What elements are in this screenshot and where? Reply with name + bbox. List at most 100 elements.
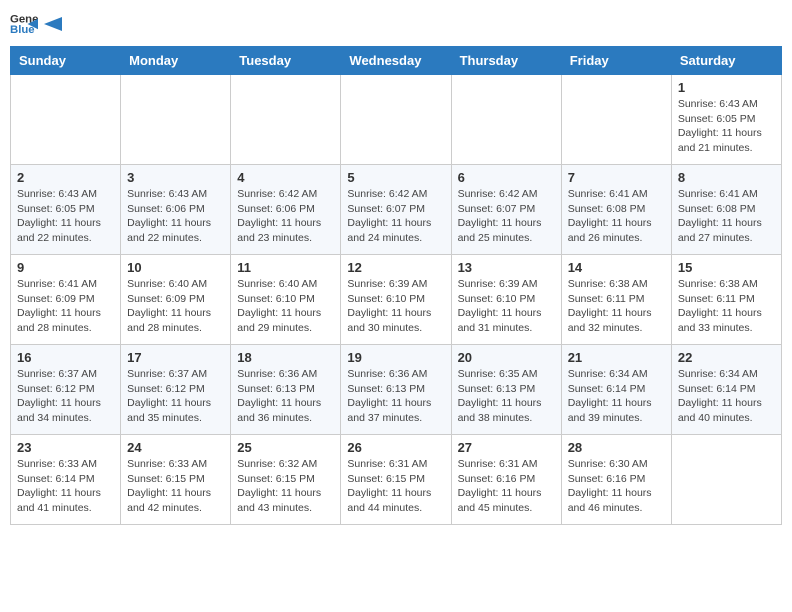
day-info: Sunrise: 6:34 AM Sunset: 6:14 PM Dayligh… [568,367,665,426]
day-cell: 12 Sunrise: 6:39 AM Sunset: 6:10 PM Dayli… [341,255,451,345]
day-cell: 4 Sunrise: 6:42 AM Sunset: 6:06 PM Daylig… [231,165,341,255]
calendar-table: SundayMondayTuesdayWednesdayThursdayFrid… [10,46,782,525]
day-info: Sunrise: 6:43 AM Sunset: 6:05 PM Dayligh… [17,187,114,246]
day-number: 28 [568,440,665,455]
day-cell [11,75,121,165]
day-cell: 5 Sunrise: 6:42 AM Sunset: 6:07 PM Daylig… [341,165,451,255]
day-number: 7 [568,170,665,185]
day-info: Sunrise: 6:31 AM Sunset: 6:16 PM Dayligh… [458,457,555,516]
day-cell: 3 Sunrise: 6:43 AM Sunset: 6:06 PM Daylig… [121,165,231,255]
day-number: 13 [458,260,555,275]
day-cell: 9 Sunrise: 6:41 AM Sunset: 6:09 PM Daylig… [11,255,121,345]
day-info: Sunrise: 6:39 AM Sunset: 6:10 PM Dayligh… [458,277,555,336]
day-cell: 6 Sunrise: 6:42 AM Sunset: 6:07 PM Daylig… [451,165,561,255]
week-row-2: 2 Sunrise: 6:43 AM Sunset: 6:05 PM Daylig… [11,165,782,255]
day-number: 14 [568,260,665,275]
logo-triangle-icon [44,15,62,33]
day-info: Sunrise: 6:30 AM Sunset: 6:16 PM Dayligh… [568,457,665,516]
day-info: Sunrise: 6:37 AM Sunset: 6:12 PM Dayligh… [127,367,224,426]
day-number: 25 [237,440,334,455]
day-number: 5 [347,170,444,185]
weekday-header-friday: Friday [561,47,671,75]
day-number: 2 [17,170,114,185]
day-cell: 10 Sunrise: 6:40 AM Sunset: 6:09 PM Dayli… [121,255,231,345]
day-cell: 18 Sunrise: 6:36 AM Sunset: 6:13 PM Dayli… [231,345,341,435]
day-info: Sunrise: 6:33 AM Sunset: 6:15 PM Dayligh… [127,457,224,516]
weekday-header-saturday: Saturday [671,47,781,75]
day-cell [231,75,341,165]
weekday-header-tuesday: Tuesday [231,47,341,75]
day-number: 9 [17,260,114,275]
day-info: Sunrise: 6:36 AM Sunset: 6:13 PM Dayligh… [237,367,334,426]
day-number: 18 [237,350,334,365]
day-info: Sunrise: 6:42 AM Sunset: 6:06 PM Dayligh… [237,187,334,246]
day-info: Sunrise: 6:42 AM Sunset: 6:07 PM Dayligh… [458,187,555,246]
day-info: Sunrise: 6:40 AM Sunset: 6:10 PM Dayligh… [237,277,334,336]
day-cell [121,75,231,165]
day-info: Sunrise: 6:41 AM Sunset: 6:08 PM Dayligh… [568,187,665,246]
day-info: Sunrise: 6:43 AM Sunset: 6:05 PM Dayligh… [678,97,775,156]
svg-text:Blue: Blue [10,24,35,36]
day-cell: 13 Sunrise: 6:39 AM Sunset: 6:10 PM Dayli… [451,255,561,345]
day-number: 6 [458,170,555,185]
day-cell: 20 Sunrise: 6:35 AM Sunset: 6:13 PM Dayli… [451,345,561,435]
day-number: 27 [458,440,555,455]
day-number: 3 [127,170,224,185]
day-number: 19 [347,350,444,365]
weekday-header-thursday: Thursday [451,47,561,75]
weekday-header-sunday: Sunday [11,47,121,75]
day-info: Sunrise: 6:40 AM Sunset: 6:09 PM Dayligh… [127,277,224,336]
day-cell: 8Sunrise: 6:41 AM Sunset: 6:08 PM Daylig… [671,165,781,255]
day-info: Sunrise: 6:38 AM Sunset: 6:11 PM Dayligh… [568,277,665,336]
day-info: Sunrise: 6:31 AM Sunset: 6:15 PM Dayligh… [347,457,444,516]
day-info: Sunrise: 6:43 AM Sunset: 6:06 PM Dayligh… [127,187,224,246]
header: General Blue [10,10,782,38]
day-cell: 17Sunrise: 6:37 AM Sunset: 6:12 PM Dayli… [121,345,231,435]
day-info: Sunrise: 6:38 AM Sunset: 6:11 PM Dayligh… [678,277,775,336]
day-info: Sunrise: 6:41 AM Sunset: 6:09 PM Dayligh… [17,277,114,336]
logo-icon: General Blue [10,10,38,38]
day-cell [561,75,671,165]
day-cell: 7 Sunrise: 6:41 AM Sunset: 6:08 PM Daylig… [561,165,671,255]
day-cell: 23Sunrise: 6:33 AM Sunset: 6:14 PM Dayli… [11,435,121,525]
day-number: 24 [127,440,224,455]
day-info: Sunrise: 6:36 AM Sunset: 6:13 PM Dayligh… [347,367,444,426]
day-cell [671,435,781,525]
day-number: 11 [237,260,334,275]
week-row-4: 16 Sunrise: 6:37 AM Sunset: 6:12 PM Dayli… [11,345,782,435]
day-cell: 28 Sunrise: 6:30 AM Sunset: 6:16 PM Dayli… [561,435,671,525]
day-number: 12 [347,260,444,275]
weekday-header-row: SundayMondayTuesdayWednesdayThursdayFrid… [11,47,782,75]
day-cell [341,75,451,165]
logo: General Blue [10,10,62,38]
day-number: 20 [458,350,555,365]
day-info: Sunrise: 6:39 AM Sunset: 6:10 PM Dayligh… [347,277,444,336]
day-cell: 24 Sunrise: 6:33 AM Sunset: 6:15 PM Dayli… [121,435,231,525]
day-number: 21 [568,350,665,365]
day-info: Sunrise: 6:35 AM Sunset: 6:13 PM Dayligh… [458,367,555,426]
day-info: Sunrise: 6:42 AM Sunset: 6:07 PM Dayligh… [347,187,444,246]
day-cell: 27 Sunrise: 6:31 AM Sunset: 6:16 PM Dayli… [451,435,561,525]
week-row-1: 1 Sunrise: 6:43 AM Sunset: 6:05 PM Daylig… [11,75,782,165]
day-cell: 26Sunrise: 6:31 AM Sunset: 6:15 PM Dayli… [341,435,451,525]
day-info: Sunrise: 6:37 AM Sunset: 6:12 PM Dayligh… [17,367,114,426]
day-number: 1 [678,80,775,95]
week-row-3: 9 Sunrise: 6:41 AM Sunset: 6:09 PM Daylig… [11,255,782,345]
day-number: 23 [17,440,114,455]
week-row-5: 23Sunrise: 6:33 AM Sunset: 6:14 PM Dayli… [11,435,782,525]
day-info: Sunrise: 6:32 AM Sunset: 6:15 PM Dayligh… [237,457,334,516]
day-cell: 11 Sunrise: 6:40 AM Sunset: 6:10 PM Dayli… [231,255,341,345]
day-number: 22 [678,350,775,365]
day-cell: 15Sunrise: 6:38 AM Sunset: 6:11 PM Dayli… [671,255,781,345]
day-number: 10 [127,260,224,275]
day-cell: 16 Sunrise: 6:37 AM Sunset: 6:12 PM Dayli… [11,345,121,435]
day-cell: 21 Sunrise: 6:34 AM Sunset: 6:14 PM Dayli… [561,345,671,435]
day-number: 16 [17,350,114,365]
day-cell: 22Sunrise: 6:34 AM Sunset: 6:14 PM Dayli… [671,345,781,435]
day-number: 4 [237,170,334,185]
day-cell: 19 Sunrise: 6:36 AM Sunset: 6:13 PM Dayli… [341,345,451,435]
day-cell: 14 Sunrise: 6:38 AM Sunset: 6:11 PM Dayli… [561,255,671,345]
weekday-header-wednesday: Wednesday [341,47,451,75]
day-number: 8 [678,170,775,185]
day-cell: 25 Sunrise: 6:32 AM Sunset: 6:15 PM Dayli… [231,435,341,525]
